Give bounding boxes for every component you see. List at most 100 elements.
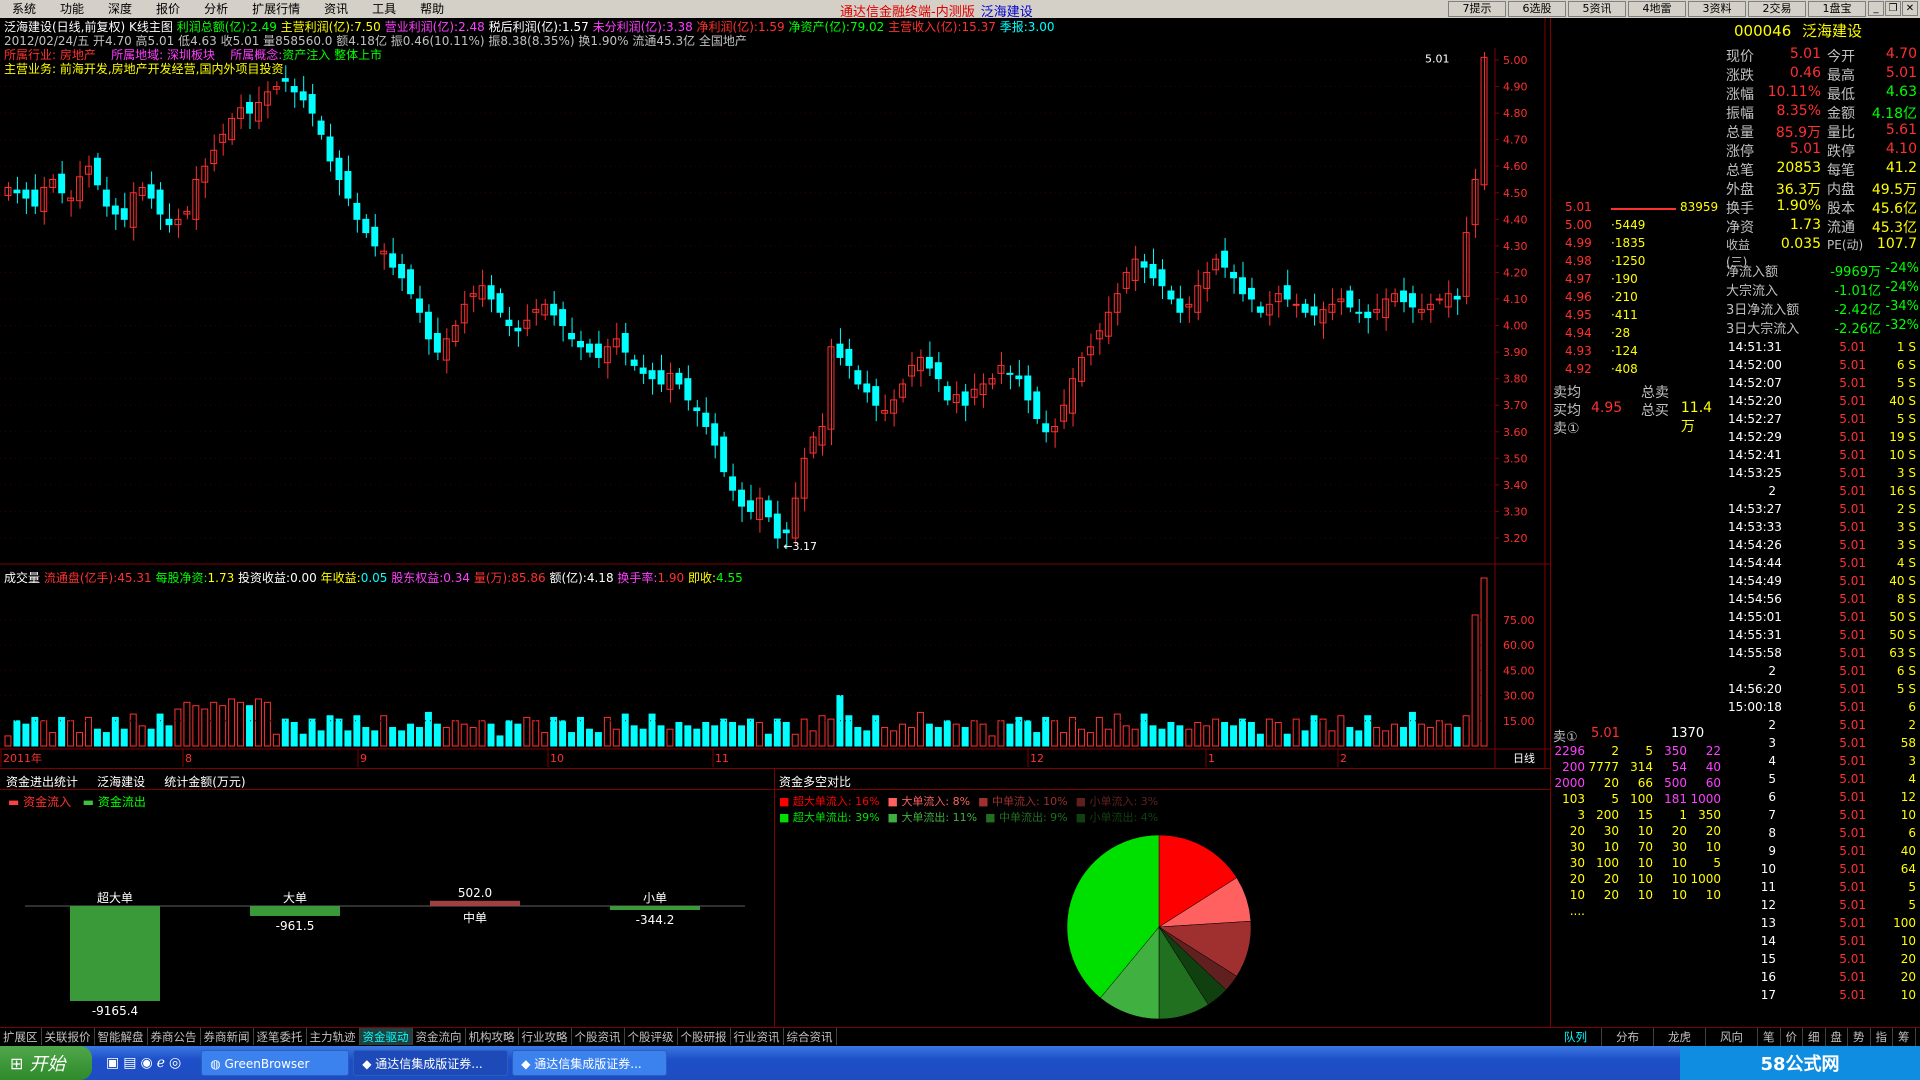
volume-bar [407,723,415,747]
ie-icon[interactable]: ℯ [157,1055,165,1071]
right-tab[interactable]: 势 [1848,1028,1871,1046]
queue-cell: 3 [1577,808,1585,822]
flow-label: 大宗流入 [1726,284,1779,299]
right-tab[interactable]: 筹 [1893,1028,1916,1046]
trade-price: 5.01 [1839,898,1866,912]
right-tab[interactable]: 细 [1803,1028,1826,1046]
menu-depth[interactable]: 深度 [96,0,144,18]
trade-price: 5.01 [1839,664,1866,678]
quote-value: 5.01 [1789,46,1821,62]
menu-system[interactable]: 系统 [0,0,48,18]
volume-bar [1024,720,1032,747]
queue-cell: 30 [1603,824,1619,838]
start-button[interactable]: ⊞ 开始 [0,1046,92,1080]
top-button-news[interactable]: 5资讯 [1568,1,1626,17]
trade-time: 12 [1760,898,1776,912]
bottom-tab[interactable]: 行业资讯 [731,1028,784,1045]
menu-news[interactable]: 资讯 [312,0,360,18]
volume-bar [773,718,781,747]
volume-bar [1256,733,1264,747]
top-button-trade[interactable]: 2交易 [1748,1,1806,17]
volume-bar [299,733,307,747]
bottom-tab[interactable]: 行业攻略 [519,1028,572,1045]
close-icon[interactable]: ✕ [1902,1,1918,16]
menu-function[interactable]: 功能 [48,0,96,18]
top-button-mine[interactable]: 4地雷 [1628,1,1686,17]
volume-bar [916,711,924,747]
trade-row: 14:55:31 5.01 50 S [1726,628,1920,646]
kline-chart-area[interactable]: 泛海建设(日线,前复权) K线主图 利润总额(亿):2.49 主营利润(亿):7… [0,18,1550,768]
bottom-tab[interactable]: 机构攻略 [466,1028,519,1045]
trade-row: 14:53:25 5.01 3 S [1726,466,1920,484]
volume-bar [720,718,728,747]
low-price-label: ←3.17 [783,540,817,553]
right-tab[interactable]: 笔 [1758,1028,1781,1046]
menu-extended[interactable]: 扩展行情 [240,0,312,18]
top-button-tips[interactable]: 7提示 [1448,1,1506,17]
candle-body [156,189,164,215]
menu-quote[interactable]: 报价 [144,0,192,18]
bottom-tab[interactable]: 关联报价 [42,1028,95,1045]
trade-row: 11 5.01 5 [1726,880,1920,898]
restore-icon[interactable]: ❐ [1885,1,1901,16]
volume-bar [1444,723,1452,747]
bottom-tab[interactable]: 资金驱动 [359,1028,413,1045]
right-tab[interactable]: 分布 [1602,1028,1654,1046]
queue-cell: 350 [1664,744,1687,758]
total-buy-value: 11.4万 [1680,400,1713,435]
trade-row: 14:52:07 5.01 5 S [1726,376,1920,394]
bottom-tab[interactable]: 逐笔委托 [254,1028,307,1045]
bottom-tab[interactable]: 个股资讯 [572,1028,625,1045]
task-tdx-1[interactable]: ◆ 通达信集成版证券... [353,1050,509,1076]
trade-price: 5.01 [1839,358,1866,372]
task-greenbrowser[interactable]: ◍ GreenBrowser [201,1050,350,1076]
top-button-select[interactable]: 6选股 [1508,1,1566,17]
bottom-tab[interactable]: 扩展区 [0,1028,42,1045]
menu-analysis[interactable]: 分析 [192,0,240,18]
menu-help[interactable]: 帮助 [408,0,456,18]
volume-bar [22,723,30,747]
right-tab[interactable]: 龙虎 [1654,1028,1706,1046]
bottom-tab[interactable]: 主力轨迹 [307,1028,360,1045]
right-tab[interactable]: 盘 [1826,1028,1848,1046]
volume-bar [800,718,808,747]
trade-volume: 1 S [1896,340,1916,354]
trade-price: 5.01 [1839,826,1866,840]
bottom-tab[interactable]: 智能解盘 [95,1028,148,1045]
volume-bar [702,721,710,747]
browser-icon[interactable]: ◉ [140,1055,152,1071]
bottom-tab[interactable]: 券商公告 [148,1028,201,1045]
menu-tools[interactable]: 工具 [360,0,408,18]
folder-icon[interactable]: ▤ [123,1055,136,1071]
bottom-tab[interactable]: 个股评级 [625,1028,678,1045]
volume-bar [1247,721,1255,747]
right-tab[interactable]: 队列 [1550,1028,1602,1046]
media-icon[interactable]: ◎ [169,1055,181,1071]
candle-body [93,157,101,186]
right-tab[interactable]: 价 [1781,1028,1803,1046]
trade-volume: 50 S [1889,610,1916,624]
candle-body [568,333,576,340]
bottom-tab[interactable]: 资金流向 [413,1028,466,1045]
trade-volume: 40 S [1889,574,1916,588]
quote-value: 0.46 [1789,65,1821,81]
desktop-icon[interactable]: ▣ [106,1055,119,1071]
bottom-tab[interactable]: 个股研报 [678,1028,731,1045]
trade-time: 10 [1760,862,1776,876]
candle-body [684,378,692,401]
flow-value: -2.26亿 [1834,322,1881,337]
candle-body [353,202,361,220]
trade-time: 14:53:33 [1728,520,1782,534]
trade-volume: 5 S [1896,412,1916,426]
top-button-box[interactable]: 1盘宝 [1808,1,1866,17]
bottom-tab[interactable]: 券商新闻 [201,1028,254,1045]
quote-label-2: 流通 [1827,220,1855,236]
right-tab[interactable]: 指 [1871,1028,1893,1046]
minimize-icon[interactable]: _ [1868,1,1884,16]
volume-bar [1337,715,1345,747]
right-tab[interactable]: 风向 [1706,1028,1758,1046]
top-button-data[interactable]: 3资料 [1688,1,1746,17]
bottom-tab[interactable]: 综合资讯 [784,1028,837,1045]
candle-body [1301,303,1309,313]
task-tdx-2[interactable]: ◆ 通达信集成版证券... [512,1050,668,1076]
